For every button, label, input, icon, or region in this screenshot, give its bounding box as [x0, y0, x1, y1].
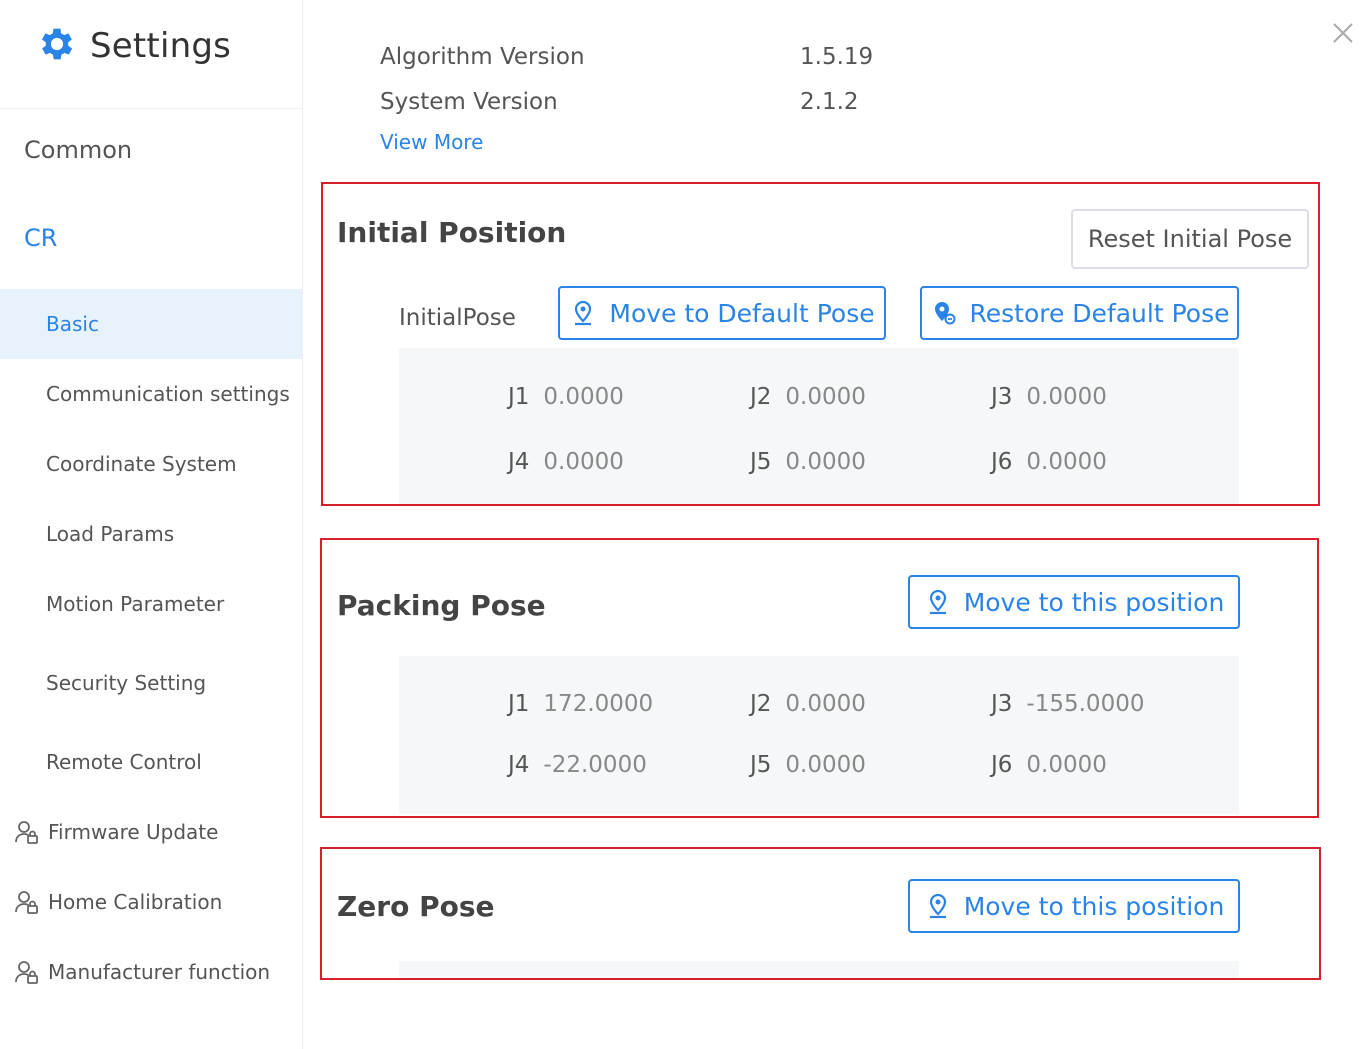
section-title: Initial Position: [337, 216, 567, 249]
sidebar-item-label: Home Calibration: [48, 890, 223, 914]
joint-value: J3 0.0000: [991, 384, 1107, 410]
joint-value: J5 0.0000: [750, 449, 866, 475]
button-label: Move to this position: [963, 891, 1225, 921]
joint-value: J6 0.0000: [991, 752, 1107, 778]
algorithm-version-label: Algorithm Version: [380, 44, 585, 70]
packing-move-to-position-button[interactable]: Move to this position: [908, 575, 1240, 629]
sidebar-item-label: Communication settings: [46, 382, 290, 406]
zero-move-to-position-button[interactable]: Move to this position: [908, 879, 1240, 933]
button-label: Restore Default Pose: [969, 298, 1230, 328]
joint-value: J4 -22.0000: [508, 752, 647, 778]
joint-value: J4 0.0000: [508, 449, 624, 475]
algorithm-version-value: 1.5.19: [800, 44, 874, 70]
joint-value: J6 0.0000: [991, 449, 1107, 475]
location-restore-icon: [934, 302, 955, 325]
sidebar-item-manufacturer[interactable]: Manufacturer function: [0, 937, 303, 1007]
sidebar-item-motion[interactable]: Motion Parameter: [0, 569, 303, 639]
button-label: Move to this position: [963, 587, 1225, 617]
sidebar-item-label: Basic: [46, 312, 99, 336]
joint-value: J3 -155.0000: [991, 691, 1145, 717]
location-pin-icon: [929, 893, 946, 919]
move-to-default-pose-button[interactable]: Move to Default Pose: [558, 286, 886, 340]
user-lock-icon: [14, 959, 40, 985]
sidebar-item-coordinate[interactable]: Coordinate System: [0, 429, 303, 499]
joint-value: J1 0.0000: [508, 384, 624, 410]
sidebar-item-label: Coordinate System: [46, 452, 237, 476]
sidebar-item-label: Motion Parameter: [46, 592, 225, 616]
view-more-link[interactable]: View More: [380, 130, 483, 154]
system-version-value: 2.1.2: [800, 89, 859, 115]
sidebar: Settings Common CR Basic Communication s…: [0, 0, 303, 1049]
gear-icon: [36, 23, 78, 69]
sidebar-item-label: Remote Control: [46, 750, 202, 774]
sidebar-item-firmware[interactable]: Firmware Update: [0, 797, 303, 867]
restore-default-pose-button[interactable]: Restore Default Pose: [920, 286, 1239, 340]
location-pin-icon: [929, 589, 946, 615]
sidebar-item-security[interactable]: Security Setting: [0, 648, 303, 718]
sidebar-item-label: Security Setting: [46, 671, 207, 695]
sidebar-item-label: Load Params: [46, 522, 175, 546]
section-title: Packing Pose: [337, 589, 546, 622]
sidebar-item-label: Firmware Update: [48, 820, 219, 844]
zero-pose-section: Zero Pose Move to this position: [320, 847, 1321, 980]
initial-pose-label: InitialPose: [399, 305, 516, 331]
sidebar-item-remote[interactable]: Remote Control: [0, 727, 303, 797]
button-label: Move to Default Pose: [609, 298, 875, 328]
sidebar-item-basic[interactable]: Basic: [0, 289, 303, 359]
joint-value: J2 0.0000: [750, 691, 866, 717]
brand: Settings: [36, 24, 231, 68]
nav-group-common[interactable]: Common: [0, 136, 303, 164]
packing-pose-section: Packing Pose Move to this position J1 172…: [320, 538, 1319, 818]
user-lock-icon: [14, 889, 40, 915]
zero-pose-joint-grid: [399, 961, 1239, 978]
reset-initial-pose-button[interactable]: Reset Initial Pose: [1071, 209, 1309, 269]
packing-pose-joint-grid: J1 172.0000 J2 0.0000 J3 -155.0000 J4 -22.00…: [399, 656, 1239, 814]
nav-group-cr[interactable]: CR: [0, 224, 303, 252]
initial-pose-joint-grid: J1 0.0000 J2 0.0000 J3 0.0000 J4 0.0000 J5 0.…: [399, 348, 1239, 504]
sidebar-item-home-calibration[interactable]: Home Calibration: [0, 867, 303, 937]
sidebar-item-load-params[interactable]: Load Params: [0, 499, 303, 569]
joint-value: J2 0.0000: [750, 384, 866, 410]
joint-value: J1 172.0000: [508, 691, 654, 717]
joint-value: J5 0.0000: [750, 752, 866, 778]
version-clip: Algorithm Version 1.5.19: [303, 0, 1365, 72]
sidebar-item-communication[interactable]: Communication settings: [0, 359, 303, 429]
location-pin-icon: [575, 300, 592, 326]
user-lock-icon: [14, 819, 40, 845]
section-title: Zero Pose: [337, 890, 495, 923]
settings-title: Settings: [90, 26, 232, 66]
divider: [0, 108, 303, 109]
sidebar-item-label: Manufacturer function: [48, 960, 271, 984]
initial-position-section: Initial Position Reset Initial Pose Init…: [321, 182, 1320, 506]
system-version-label: System Version: [380, 89, 558, 115]
